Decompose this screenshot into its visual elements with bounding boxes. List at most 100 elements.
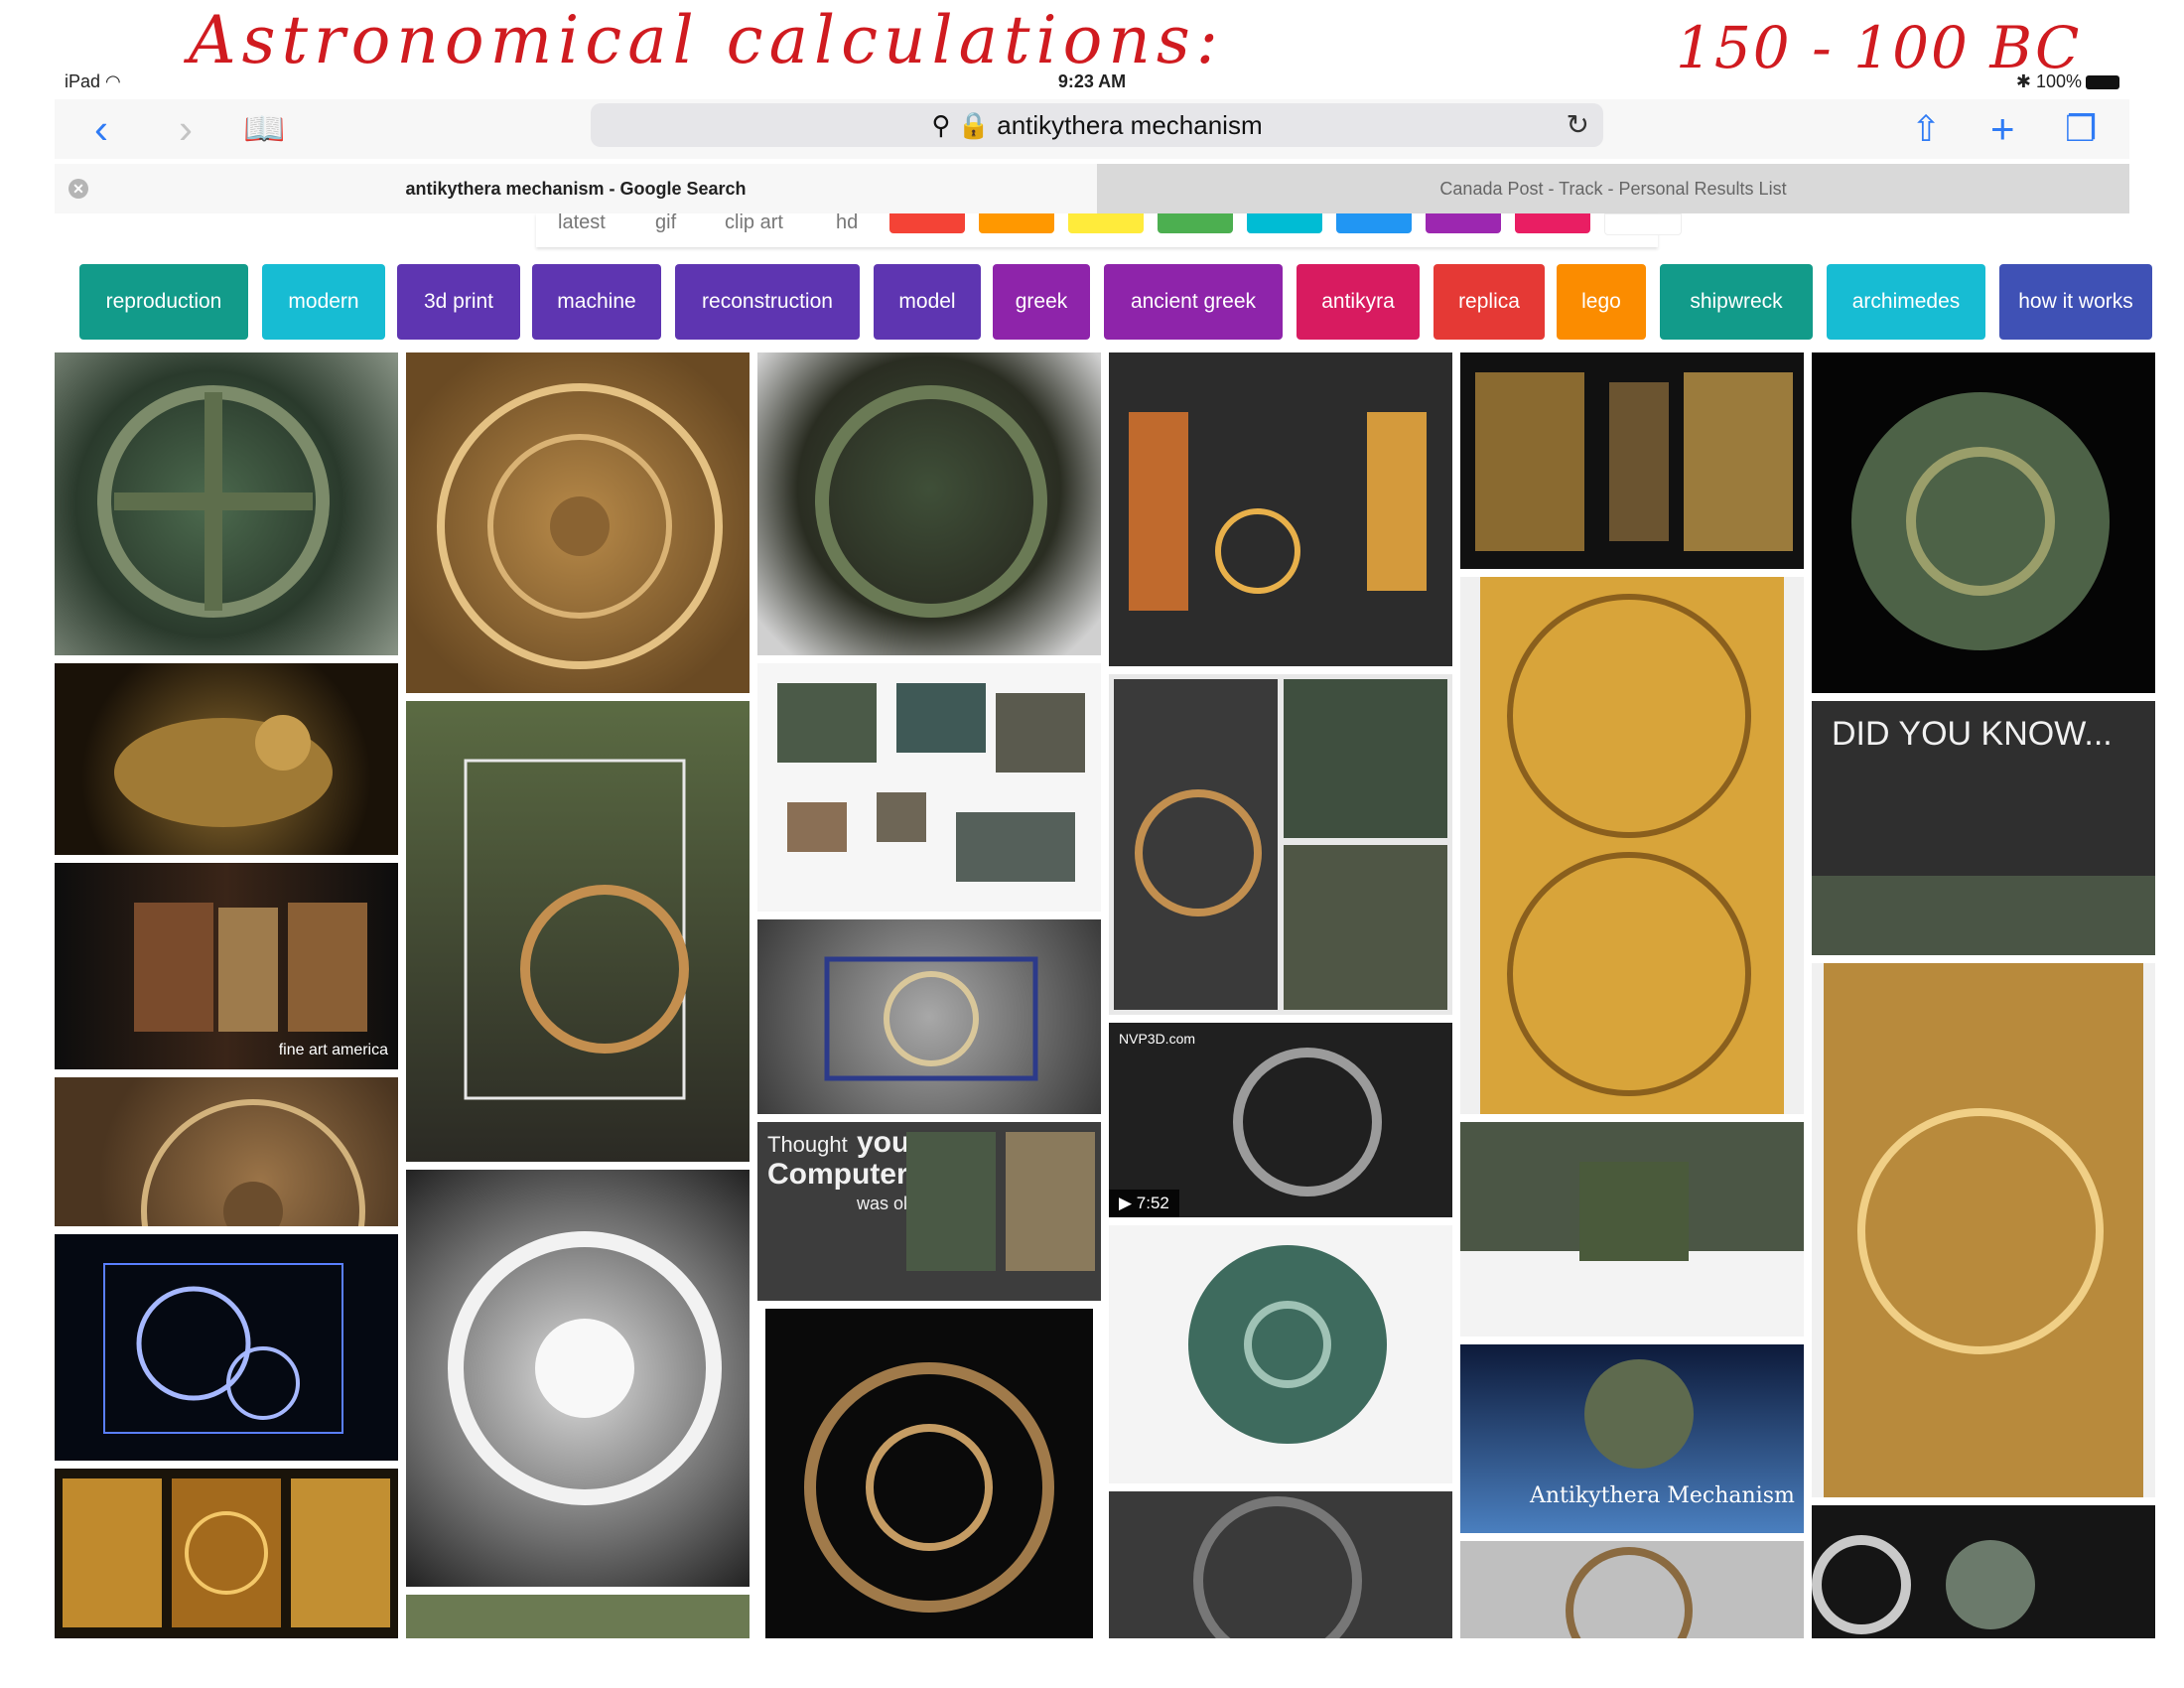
dark-fragment-picture [1193, 1496, 1362, 1638]
address-text: antikythera mechanism [997, 110, 1263, 140]
chip-archimedes[interactable]: archimedes [1827, 264, 1985, 340]
filter-bar: latest gif clip art hd [536, 211, 1682, 247]
image-result[interactable] [757, 352, 1101, 655]
image-result[interactable] [1460, 577, 1804, 1114]
color-swatch-teal[interactable] [1247, 213, 1322, 233]
acrylic-reconstruction-picture [1114, 679, 1447, 1010]
wooden-box-picture [134, 903, 367, 1032]
back-icon[interactable]: ‹ [94, 105, 108, 153]
chip-3d-print[interactable]: 3d print [397, 264, 520, 340]
dark-gears-picture [1233, 1048, 1382, 1196]
tab-canada-post[interactable]: Canada Post - Track - Personal Results L… [1097, 164, 2129, 213]
chip-reconstruction[interactable]: reconstruction [675, 264, 860, 340]
forward-icon[interactable]: › [179, 105, 193, 153]
image-result[interactable] [55, 663, 398, 855]
reload-icon[interactable]: ↻ [1567, 103, 1589, 147]
image-result[interactable] [1460, 352, 1804, 569]
image-result[interactable] [757, 919, 1101, 1114]
clock: 9:23 AM [1057, 71, 1127, 91]
chip-lego[interactable]: lego [1557, 264, 1646, 340]
image-result[interactable]: Thought your Computer was old? [757, 1122, 1101, 1301]
wooden-gears-picture [804, 1362, 1054, 1613]
blue-hologram-picture [103, 1263, 343, 1434]
wooden-model-picture [1566, 1547, 1693, 1638]
chip-model[interactable]: model [874, 264, 981, 340]
image-result[interactable] [1812, 963, 2155, 1497]
gears-and-dancer-picture [1812, 1535, 2035, 1634]
image-result[interactable] [1812, 352, 2155, 693]
museum-fragment-picture [815, 385, 1047, 618]
browser-toolbar: ‹ › 📖 ⚲ 🔒 antikythera mechanism ↻ ⇧ + ❐ [55, 99, 2129, 159]
golden-boxes-picture [1475, 372, 1793, 551]
image-result[interactable] [55, 1077, 398, 1226]
address-bar[interactable]: ⚲ 🔒 antikythera mechanism ↻ [591, 103, 1603, 147]
tab-strip: ✕ antikythera mechanism - Google Search … [55, 164, 2129, 213]
bronze-dial-picture [437, 383, 723, 669]
new-tab-icon[interactable]: + [1990, 105, 2015, 153]
bluetooth-icon: ✱ [2015, 71, 2031, 91]
chip-antikyra[interactable]: antikyra [1297, 264, 1420, 340]
chip-replica[interactable]: replica [1433, 264, 1545, 340]
chip-how-it-works[interactable]: how it works [1999, 264, 2152, 340]
tab-title: Canada Post - Track - Personal Results L… [1439, 179, 1787, 199]
color-swatch-green[interactable] [1158, 213, 1233, 233]
antikythera-logo-text: Antikythera Mechanism [1530, 1483, 1795, 1508]
clear-acrylic-model-picture [464, 759, 689, 1100]
color-swatch-white[interactable] [1604, 213, 1682, 235]
image-result[interactable] [765, 1309, 1093, 1638]
color-swatch-yellow[interactable] [1068, 213, 1144, 233]
bronze-model-picture [114, 715, 333, 827]
nvp3d-watermark: NVP3D.com [1119, 1031, 1196, 1047]
tab-google-search[interactable]: ✕ antikythera mechanism - Google Search [55, 164, 1097, 213]
chip-machine[interactable]: machine [532, 264, 661, 340]
image-result[interactable]: DID YOU KNOW... [1812, 701, 2155, 955]
video-duration-badge: ▶ 7:52 [1109, 1190, 1179, 1217]
dial-closeup-picture [141, 1099, 365, 1226]
color-swatch-pink[interactable] [1515, 213, 1590, 233]
golden-double-dial-picture [1480, 577, 1784, 1114]
image-result[interactable] [1812, 1505, 2155, 1638]
filter-clip-art[interactable]: clip art [725, 211, 783, 234]
filter-hd[interactable]: hd [836, 211, 858, 234]
infographic-picture [1129, 412, 1427, 611]
image-result[interactable] [406, 1170, 750, 1587]
image-result[interactable] [55, 1234, 398, 1461]
golden-dials-picture [63, 1478, 390, 1627]
image-result[interactable] [406, 352, 750, 693]
image-result[interactable]: NVP3D.com ▶ 7:52 [1109, 1023, 1452, 1217]
image-result[interactable] [1460, 1122, 1804, 1336]
bookmarks-icon[interactable]: 📖 [243, 105, 285, 153]
museum-display-picture [1460, 1122, 1804, 1336]
image-result[interactable] [1109, 352, 1452, 666]
image-result[interactable] [1460, 1541, 1804, 1638]
image-result[interactable]: Antikythera Mechanism [1460, 1344, 1804, 1533]
hand-holding-fragment-picture [1188, 1245, 1387, 1444]
color-swatch-blue[interactable] [1336, 213, 1412, 233]
image-result[interactable] [406, 701, 750, 1162]
image-result[interactable] [55, 1469, 398, 1638]
share-icon[interactable]: ⇧ [1911, 105, 1941, 153]
image-result[interactable] [1109, 1491, 1452, 1638]
image-result[interactable] [1109, 1225, 1452, 1483]
blue-frame-model-picture [824, 956, 1038, 1081]
image-result[interactable] [55, 352, 398, 655]
tab-title: antikythera mechanism - Google Search [405, 179, 747, 199]
color-swatch-red[interactable] [889, 213, 965, 233]
image-result[interactable] [406, 1595, 750, 1638]
image-result[interactable] [757, 663, 1101, 912]
chip-ancient-greek[interactable]: ancient greek [1104, 264, 1283, 340]
close-icon[interactable]: ✕ [68, 179, 88, 199]
chip-greek[interactable]: greek [993, 264, 1090, 340]
chip-shipwreck[interactable]: shipwreck [1660, 264, 1813, 340]
filter-gif[interactable]: gif [655, 211, 676, 234]
filter-latest[interactable]: latest [558, 211, 606, 234]
did-you-know-picture [1812, 876, 2155, 955]
battery-status: ✱ 100% [2016, 71, 2119, 92]
color-swatch-orange[interactable] [979, 213, 1054, 233]
color-swatch-purple[interactable] [1426, 213, 1501, 233]
tabs-icon[interactable]: ❐ [2065, 105, 2097, 153]
chip-modern[interactable]: modern [262, 264, 385, 340]
chip-reproduction[interactable]: reproduction [79, 264, 248, 340]
image-result[interactable]: fine art america [55, 863, 398, 1069]
image-result[interactable] [1109, 674, 1452, 1015]
